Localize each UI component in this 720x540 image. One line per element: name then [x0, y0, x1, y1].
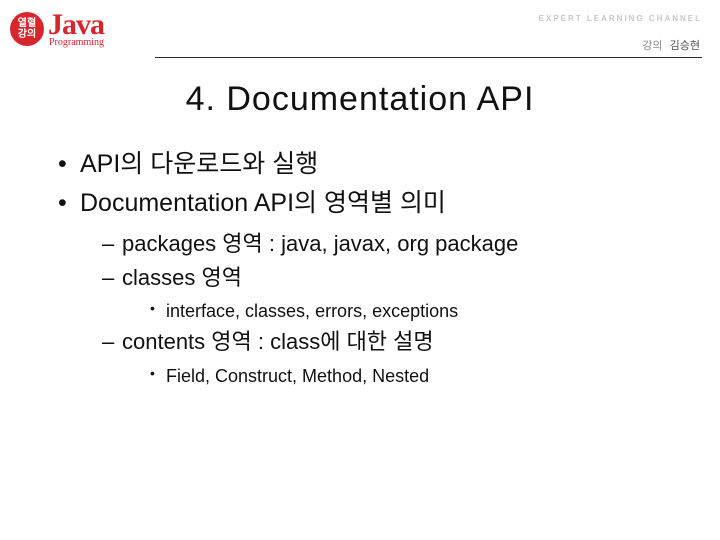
bullet-text: Field, Construct, Method, Nested [166, 366, 429, 386]
sub-sub-list: Field, Construct, Method, Nested [122, 362, 680, 391]
lecturer: 강의 김승현 [642, 37, 700, 53]
bullet-text: interface, classes, errors, exceptions [166, 301, 458, 321]
bullet-text: packages 영역 : java, javax, org package [122, 231, 518, 256]
list-item: Field, Construct, Method, Nested [150, 362, 680, 391]
list-item: classes 영역 interface, classes, errors, e… [102, 261, 680, 326]
list-item: interface, classes, errors, exceptions [150, 297, 680, 326]
channel-label: EXPERT LEARNING CHANNEL [539, 14, 702, 23]
sub-sub-list: interface, classes, errors, exceptions [122, 297, 680, 326]
list-item: Documentation API의 영역별 의미 packages 영역 : … [58, 184, 680, 391]
slide: 열혈 강의 Java Programming EXPERT LEARNING C… [0, 0, 720, 540]
lecturer-name: 김승현 [670, 40, 700, 52]
header: 열혈 강의 Java Programming EXPERT LEARNING C… [0, 0, 720, 53]
page-title: 4. Documentation API [40, 80, 680, 119]
list-item: contents 영역 : class에 대한 설명 Field, Constr… [102, 325, 680, 390]
list-item: API의 다운로드와 실행 [58, 145, 680, 184]
sub-list: packages 영역 : java, javax, org package c… [80, 227, 680, 391]
bullet-list: API의 다운로드와 실행 Documentation API의 영역별 의미 … [40, 145, 680, 390]
logo-block: 열혈 강의 Java Programming [10, 10, 104, 48]
list-item: packages 영역 : java, javax, org package [102, 227, 680, 261]
content: 4. Documentation API API의 다운로드와 실행 Docum… [0, 58, 720, 390]
bullet-text: API의 다운로드와 실행 [80, 150, 318, 178]
header-right: EXPERT LEARNING CHANNEL 강의 김승현 [535, 10, 702, 53]
bullet-text: contents 영역 : class에 대한 설명 [122, 329, 434, 354]
badge-line1: 열혈 [18, 18, 36, 29]
logo-main: Java [48, 10, 104, 40]
badge-line2: 강의 [18, 29, 36, 40]
bullet-text: classes 영역 [122, 265, 242, 290]
badge-icon: 열혈 강의 [10, 12, 44, 46]
bullet-text: Documentation API의 영역별 의미 [80, 189, 446, 217]
lecturer-label: 강의 [642, 40, 662, 52]
logo-text: Java Programming [48, 10, 104, 48]
logo-sub: Programming [48, 38, 104, 48]
